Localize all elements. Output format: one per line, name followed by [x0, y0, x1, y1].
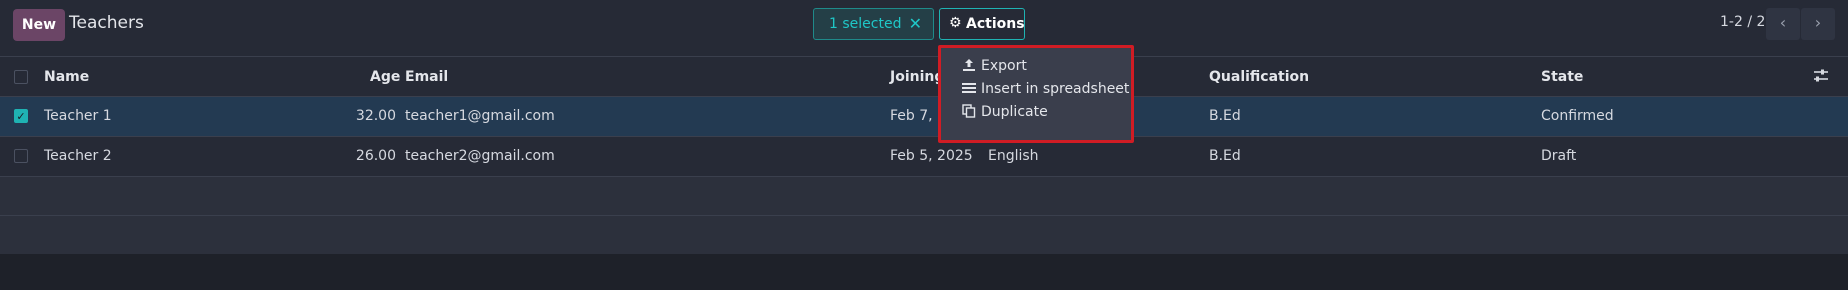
- row-checkbox[interactable]: ✓: [14, 109, 28, 123]
- table-row[interactable]: ✓ Teacher 1 32.00 teacher1@gmail.com Feb…: [0, 97, 1848, 137]
- table-row[interactable]: Teacher 2 26.00 teacher2@gmail.com Feb 5…: [0, 137, 1848, 177]
- column-header-joining[interactable]: Joining: [890, 69, 944, 85]
- list-footer: [0, 254, 1848, 290]
- gear-icon: ⚙: [949, 15, 962, 31]
- chevron-right-icon: ›: [1814, 13, 1822, 32]
- selection-count: 1 selected: [829, 16, 902, 32]
- cell-language: English: [988, 148, 1039, 164]
- control-panel: New Teachers 1 selected ✕ ⚙ Actions 1-2 …: [0, 0, 1848, 57]
- optional-columns-icon[interactable]: [1812, 67, 1830, 85]
- cell-age: 26.00: [355, 148, 396, 164]
- cell-name: Teacher 2: [44, 148, 112, 164]
- menu-item-label: Export: [981, 58, 1027, 74]
- actions-label: Actions: [966, 16, 1025, 32]
- cell-state: Confirmed: [1541, 108, 1614, 124]
- cell-qualification: B.Ed: [1209, 108, 1241, 124]
- cell-joining: Feb 5, 2025: [890, 148, 973, 164]
- pager-value[interactable]: 1-2 / 2: [1720, 14, 1765, 30]
- menu-item-label: Duplicate: [981, 104, 1048, 120]
- new-button[interactable]: New: [13, 9, 65, 41]
- pager-next-button[interactable]: ›: [1801, 8, 1835, 40]
- menu-item-label: Insert in spreadsheet: [981, 81, 1130, 97]
- column-header-email[interactable]: Email: [405, 69, 448, 85]
- column-header-name[interactable]: Name: [44, 69, 89, 85]
- column-header-state[interactable]: State: [1541, 69, 1583, 85]
- spreadsheet-icon: [962, 83, 976, 93]
- select-all-checkbox[interactable]: [14, 70, 28, 84]
- chevron-left-icon: ‹: [1779, 13, 1787, 32]
- empty-row: [0, 177, 1848, 216]
- duplicate-icon: [962, 104, 976, 118]
- page-title: Teachers: [69, 13, 144, 33]
- empty-row: [0, 216, 1848, 255]
- export-icon: [963, 59, 975, 71]
- cell-age: 32.00: [355, 108, 396, 124]
- cell-qualification: B.Ed: [1209, 148, 1241, 164]
- actions-dropdown-menu: Export Insert in spreadsheet Duplicate: [938, 45, 1134, 143]
- cell-name: Teacher 1: [44, 108, 112, 124]
- column-header-qualification[interactable]: Qualification: [1209, 69, 1309, 85]
- cell-email: teacher2@gmail.com: [405, 148, 555, 164]
- cell-state: Draft: [1541, 148, 1577, 164]
- column-header-age[interactable]: Age: [370, 69, 400, 85]
- row-checkbox[interactable]: [14, 149, 28, 163]
- table-header: Name Age Email Joining Qualification Sta…: [0, 58, 1848, 97]
- actions-button[interactable]: ⚙ Actions: [939, 8, 1025, 40]
- cell-email: teacher1@gmail.com: [405, 108, 555, 124]
- pager-previous-button[interactable]: ‹: [1766, 8, 1800, 40]
- selection-badge: 1 selected ✕: [813, 8, 934, 40]
- clear-selection-icon[interactable]: ✕: [909, 14, 922, 33]
